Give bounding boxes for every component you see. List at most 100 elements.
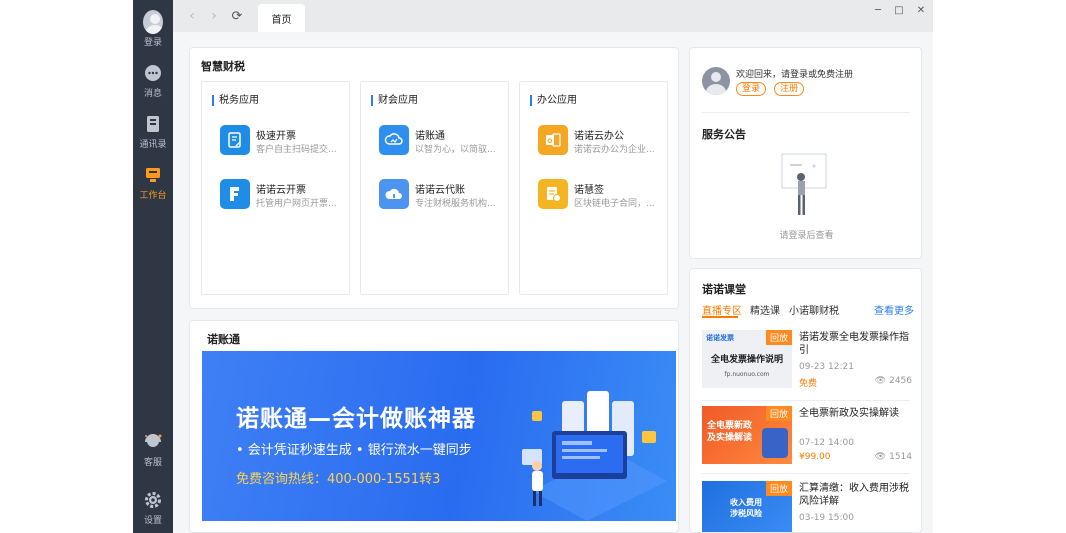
replay-badge: 回放 [765, 406, 792, 421]
chat-bubble-icon [143, 63, 163, 83]
section-title: 诺诺课堂 [702, 283, 746, 296]
banner-headline: 诺账通—会计做账神器 [236, 406, 476, 432]
main-content: 智慧财税 税务应用 极速开票 客户自主扫码提交... 诺诺云开票 托管用户网页开… [173, 32, 933, 533]
app-desc: 专注财税服务机构... [415, 199, 496, 209]
app-desc: 客户自主扫码提交... [256, 145, 337, 155]
login-button[interactable]: 登录 [736, 82, 767, 96]
avatar[interactable] [702, 67, 730, 95]
office-apps-column: 办公应用 O 诺诺云办公 诺诺云办公为企业... 诺慧签 区块链电子合同，... [519, 81, 668, 295]
app-window: 登录 消息 通讯录 工作台 客服 设置 ‹ › ⟳ 首页 ─ □ ✕ 智慧财税 … [133, 0, 933, 533]
sidebar-item-workbench[interactable]: 工作台 [133, 165, 173, 209]
course-title: 全电票新政及实操解读 [799, 408, 899, 419]
smart-tax-card: 智慧财税 税务应用 极速开票 客户自主扫码提交... 诺诺云开票 托管用户网页开… [189, 47, 679, 309]
views-count: 1514 [889, 452, 912, 462]
empty-state-illustration [781, 153, 827, 215]
cloud-ledger-icon [379, 125, 409, 155]
course-date: 09-23 12:21 [799, 362, 854, 372]
promo-banner[interactable]: 诺账通—会计做账神器 • 会计凭证秒速生成 • 银行流水一键同步 免费咨询热线：… [202, 351, 676, 521]
app-nuozhangtong[interactable]: 诺账通 以智为心，以简驭... [379, 125, 507, 159]
headset-icon [143, 432, 163, 452]
tab-live[interactable]: 直播专区 [702, 302, 742, 317]
sidebar-item-label: 通讯录 [139, 140, 167, 150]
course-item[interactable]: 诺诺发票 全电发票操作说明 fp.nuonuo.com 回放 诺诺发票全电发票操… [702, 330, 912, 394]
invoice-icon [220, 125, 250, 155]
app-name: 诺诺云代账 [415, 185, 465, 196]
cloud-invoice-icon [220, 179, 250, 209]
title-bar: ‹ › ⟳ 首页 ─ □ ✕ [173, 0, 933, 32]
tab-home[interactable]: 首页 [258, 4, 305, 32]
divider [702, 112, 910, 113]
app-cloud-office[interactable]: O 诺诺云办公 诺诺云办公为企业... [538, 125, 666, 159]
app-fast-invoice[interactable]: 极速开票 客户自主扫码提交... [220, 125, 348, 159]
refresh-icon[interactable]: ⟳ [228, 7, 246, 25]
maximize-icon[interactable]: □ [891, 2, 907, 18]
nuozhangtong-card: 诺账通 诺账通—会计做账神器 • 会计凭证秒速生成 • 银行流水一键同步 免费咨… [189, 320, 679, 533]
thumb-text: 收入费用 涉税风险 [730, 498, 762, 518]
accounting-apps-column: 财会应用 诺账通 以智为心，以简驭... 诺诺云代账 专注财税服务机构... [360, 81, 509, 295]
app-cloud-bookkeeping[interactable]: 诺诺云代账 专注财税服务机构... [379, 179, 507, 213]
course-thumbnail: 全电票新政 及实操解读 回放 [702, 406, 792, 464]
cloud-bookkeeping-icon [379, 179, 409, 209]
tab-featured[interactable]: 精选课 [750, 302, 780, 317]
thumb-text: 全电票新政 及实操解读 [707, 421, 753, 443]
chevron-left-icon[interactable]: ‹ [183, 7, 201, 25]
contacts-book-icon [143, 114, 163, 134]
sidebar-item-label: 工作台 [139, 191, 167, 201]
sidebar-item-label: 客服 [143, 458, 162, 468]
app-name: 诺诺云开票 [256, 185, 306, 196]
sidebar-item-label: 设置 [143, 516, 162, 526]
courses-card: 诺诺课堂 直播专区 精选课 小诺聊财税 查看更多 诺诺发票 全电发票操作说明 f… [689, 268, 922, 533]
app-e-sign[interactable]: 诺慧签 区块链电子合同，... [538, 179, 666, 213]
app-desc: 区块链电子合同，... [574, 199, 655, 209]
see-more-link[interactable]: 查看更多 [874, 302, 914, 317]
sidebar-item-settings[interactable]: 设置 [133, 490, 173, 533]
banner-illustration [522, 391, 667, 521]
course-thumbnail: 诺诺发票 全电发票操作说明 fp.nuonuo.com 回放 [702, 330, 792, 388]
eye-icon: 👁 [874, 376, 890, 386]
user-card: 欢迎回来，请登录或免费注册 登录 注册 服务公告 请登录后查看 [689, 47, 922, 259]
app-cloud-invoice[interactable]: 诺诺云开票 托管用户网页开票... [220, 179, 348, 213]
minimize-icon[interactable]: ─ [870, 2, 886, 18]
column-title: 办公应用 [530, 95, 577, 106]
workbench-icon [143, 165, 163, 185]
sidebar-item-label: 登录 [143, 38, 162, 48]
replay-badge: 回放 [765, 330, 792, 345]
course-item[interactable]: 收入费用 涉税风险 回放 汇算清缴：收入费用涉税风险详解 03-19 15:00 [702, 481, 912, 532]
course-price: ¥99.00 [799, 452, 831, 462]
thumb-brand: 诺诺发票 [706, 334, 734, 342]
course-thumbnail: 收入费用 涉税风险 回放 [702, 481, 792, 532]
app-name: 极速开票 [256, 131, 296, 142]
register-button[interactable]: 注册 [774, 82, 805, 96]
user-avatar-icon [143, 10, 163, 34]
chevron-right-icon[interactable]: › [205, 7, 223, 25]
sidebar-item-support[interactable]: 客服 [133, 432, 173, 476]
divider [702, 400, 910, 401]
active-tab-indicator [702, 316, 738, 318]
tab-tax-chat[interactable]: 小诺聊财税 [789, 302, 839, 317]
course-item[interactable]: 全电票新政 及实操解读 回放 全电票新政及实操解读 07-12 14:00 ¥9… [702, 406, 912, 470]
course-views: 👁 2456 [875, 376, 912, 386]
sidebar-item-contacts[interactable]: 通讯录 [133, 114, 173, 158]
thumb-illustration [762, 428, 788, 458]
app-desc: 诺诺云办公为企业... [574, 145, 655, 155]
app-name: 诺诺云办公 [574, 131, 624, 142]
views-count: 2456 [889, 376, 912, 386]
sidebar-item-label: 消息 [143, 89, 162, 99]
app-desc: 托管用户网页开票... [256, 199, 337, 209]
banner-hotline: 免费咨询热线：400-000-1551转3 [236, 472, 441, 487]
course-title: 诺诺发票全电发票操作指引 [799, 332, 909, 356]
app-name: 诺账通 [415, 131, 445, 142]
sidebar: 登录 消息 通讯录 工作台 客服 设置 [133, 0, 173, 533]
section-title: 诺账通 [207, 333, 240, 346]
divider [702, 473, 910, 474]
course-price: 免费 [799, 379, 818, 389]
welcome-text: 欢迎回来，请登录或免费注册 [736, 70, 854, 80]
sidebar-item-login[interactable]: 登录 [133, 10, 173, 56]
course-title: 汇算清缴：收入费用涉税风险详解 [799, 483, 909, 507]
thumb-url: fp.nuonuo.com [724, 371, 770, 378]
close-icon[interactable]: ✕ [913, 2, 929, 18]
column-title: 税务应用 [212, 95, 259, 106]
sidebar-item-messages[interactable]: 消息 [133, 63, 173, 107]
section-title: 服务公告 [702, 128, 746, 141]
gear-icon [143, 490, 163, 510]
